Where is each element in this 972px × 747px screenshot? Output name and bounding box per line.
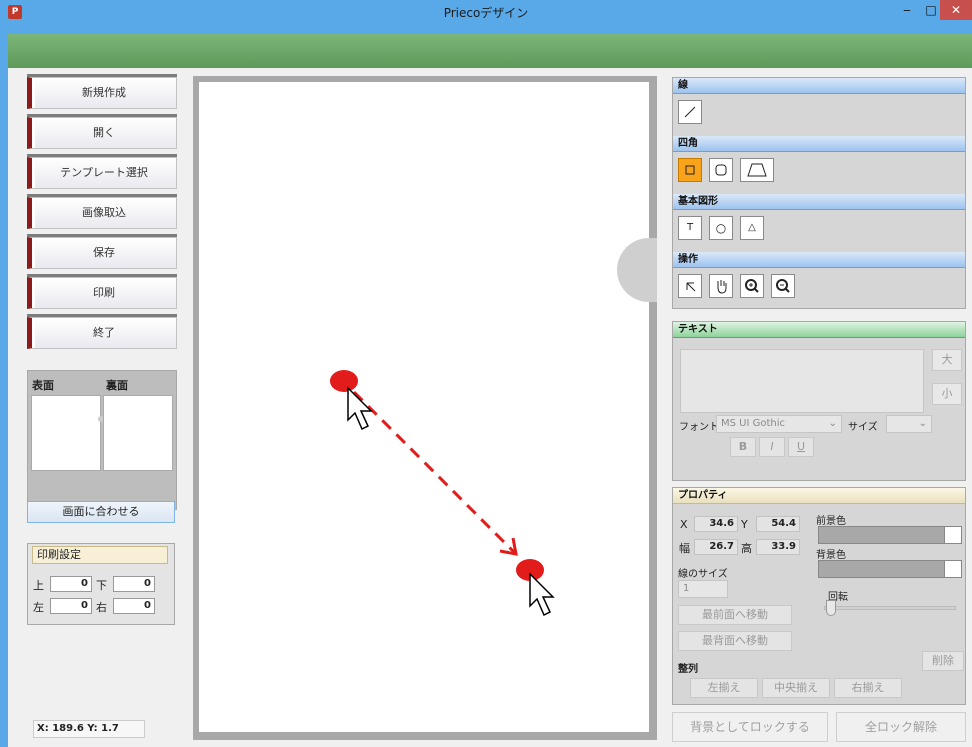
send-to-back-button[interactable]: 最背面へ移動: [678, 631, 792, 651]
width-value[interactable]: 26.7: [694, 539, 738, 555]
text-input-area[interactable]: [680, 349, 924, 413]
line-section-header: 線: [673, 78, 965, 94]
zoom-out-icon[interactable]: [771, 274, 795, 298]
drag-path-arrow: [352, 390, 516, 554]
mouse-cursor-end-icon: [529, 572, 555, 617]
rectangle-tool-icon[interactable]: [678, 158, 702, 182]
rotation-slider-track[interactable]: [824, 606, 956, 610]
tools-panel: 線 四角 基本図形 T ○ △ 操作: [672, 77, 966, 309]
font-select[interactable]: MS UI Gothic ⌄: [716, 415, 842, 433]
rounded-rect-tool-icon[interactable]: [709, 158, 733, 182]
size-chevron-icon: ⌄: [918, 418, 927, 429]
rect-glyph: [685, 165, 695, 175]
align-right-button[interactable]: 右揃え: [834, 678, 902, 698]
x-value[interactable]: 34.6: [694, 516, 738, 532]
pointer-glyph: [686, 282, 696, 292]
x-label: X: [680, 518, 688, 531]
font-label: フォント: [679, 422, 719, 433]
background-color-label: 背景色: [816, 550, 846, 561]
rounded-rect-glyph: [715, 164, 727, 176]
pointer-tool-icon[interactable]: [678, 274, 702, 298]
delete-button[interactable]: 削除: [922, 651, 964, 671]
align-left-button[interactable]: 左揃え: [690, 678, 758, 698]
trapezoid-tool-icon[interactable]: [740, 158, 774, 182]
chevron-down-icon: ⌄: [828, 418, 837, 429]
properties-header: プロパティ: [673, 488, 965, 504]
foreground-color-picker[interactable]: [818, 526, 962, 544]
zoom-in-glyph: [745, 279, 759, 293]
bring-to-front-button[interactable]: 最前面へ移動: [678, 605, 792, 625]
italic-button[interactable]: I: [759, 437, 785, 457]
size-select[interactable]: ⌄: [886, 415, 932, 433]
align-center-button[interactable]: 中央揃え: [762, 678, 830, 698]
height-label: 高: [741, 542, 752, 555]
mouse-cursor-start-icon: [347, 386, 373, 431]
background-color-picker[interactable]: [818, 560, 962, 578]
size-label: サイズ: [848, 422, 878, 433]
line-size-input[interactable]: 1: [678, 580, 728, 598]
align-label: 整列: [678, 664, 698, 675]
rotation-slider-thumb[interactable]: [826, 600, 836, 616]
bold-button[interactable]: B: [730, 437, 756, 457]
drag-start-marker: [330, 370, 358, 392]
height-value[interactable]: 33.9: [756, 539, 800, 555]
hand-glyph: [717, 280, 727, 294]
font-select-value: MS UI Gothic: [721, 418, 786, 429]
unlock-all-button[interactable]: 全ロック解除: [836, 712, 966, 742]
y-label: Y: [741, 518, 748, 531]
line-tool-icon[interactable]: [678, 100, 702, 124]
width-label: 幅: [679, 542, 690, 555]
foreground-color-label: 前景色: [816, 516, 846, 527]
font-smaller-button[interactable]: 小: [932, 383, 962, 405]
lock-as-background-button[interactable]: 背景としてロックする: [672, 712, 828, 742]
operations-header: 操作: [673, 252, 965, 268]
triangle-tool-icon[interactable]: △: [740, 216, 764, 240]
zoom-out-glyph: [776, 279, 790, 293]
basic-shapes-header: 基本図形: [673, 194, 965, 210]
ellipse-tool-icon[interactable]: ○: [709, 216, 733, 240]
rectangle-section-header: 四角: [673, 136, 965, 152]
line-size-label: 線のサイズ: [678, 569, 728, 580]
y-value[interactable]: 54.4: [756, 516, 800, 532]
hand-tool-icon[interactable]: [709, 274, 733, 298]
line-glyph: [684, 106, 696, 118]
text-section-header: テキスト: [673, 322, 965, 338]
underline-button[interactable]: U: [788, 437, 814, 457]
trapezoid-glyph: [747, 163, 767, 177]
zoom-in-icon[interactable]: [740, 274, 764, 298]
font-larger-button[interactable]: 大: [932, 349, 962, 371]
text-tool-icon[interactable]: T: [678, 216, 702, 240]
